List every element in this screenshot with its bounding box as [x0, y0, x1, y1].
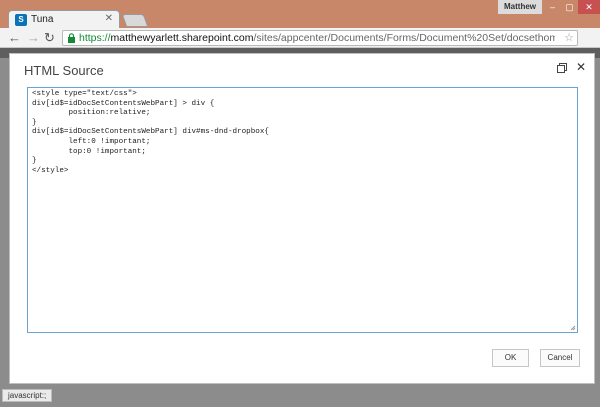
bookmark-star-icon[interactable]: ☆: [564, 31, 574, 44]
url-path: /sites/appcenter/Documents/Forms/Documen…: [253, 32, 556, 44]
window-close-icon[interactable]: ✕: [578, 0, 600, 14]
lock-icon: [68, 33, 75, 43]
address-bar[interactable]: https://matthewyarlett.sharepoint.com/si…: [62, 30, 578, 46]
editor-content[interactable]: <style type="text/css"> div[id$=idDocSet…: [32, 90, 269, 176]
browser-titlebar: S Tuna ✕ Matthew – ▢ ✕: [0, 0, 600, 29]
browser-toolbar: ← → ↻ https://matthewyarlett.sharepoint.…: [0, 28, 600, 69]
reload-icon[interactable]: ↻: [44, 30, 55, 46]
maximize-icon[interactable]: ▢: [561, 0, 578, 14]
tab-close-icon[interactable]: ✕: [105, 13, 113, 24]
url-scheme: https://: [79, 32, 111, 44]
close-icon[interactable]: ✕: [576, 60, 586, 74]
ok-button[interactable]: OK: [492, 349, 529, 367]
browser-tab[interactable]: S Tuna ✕: [8, 10, 120, 29]
html-source-editor[interactable]: <style type="text/css"> div[id$=idDocSet…: [27, 87, 578, 333]
html-source-dialog: HTML Source ✕ <style type="text/css"> di…: [9, 53, 595, 384]
sharepoint-favicon-icon: S: [15, 14, 27, 26]
restore-icon[interactable]: [557, 63, 567, 73]
new-tab-button[interactable]: [121, 14, 149, 27]
status-bar: javascript:;: [2, 389, 53, 402]
address-text: https://matthewyarlett.sharepoint.com/si…: [79, 32, 555, 45]
cancel-button[interactable]: Cancel: [540, 349, 580, 367]
back-arrow-icon[interactable]: ←: [8, 30, 21, 46]
forward-arrow-icon[interactable]: →: [27, 30, 40, 46]
resize-grip-icon[interactable]: [570, 325, 576, 331]
profile-name[interactable]: Matthew: [498, 0, 542, 14]
tab-title: Tuna: [31, 14, 54, 25]
minimize-icon[interactable]: –: [544, 0, 561, 14]
url-host: matthewyarlett.sharepoint.com: [110, 32, 254, 44]
dialog-title: HTML Source: [24, 63, 104, 78]
